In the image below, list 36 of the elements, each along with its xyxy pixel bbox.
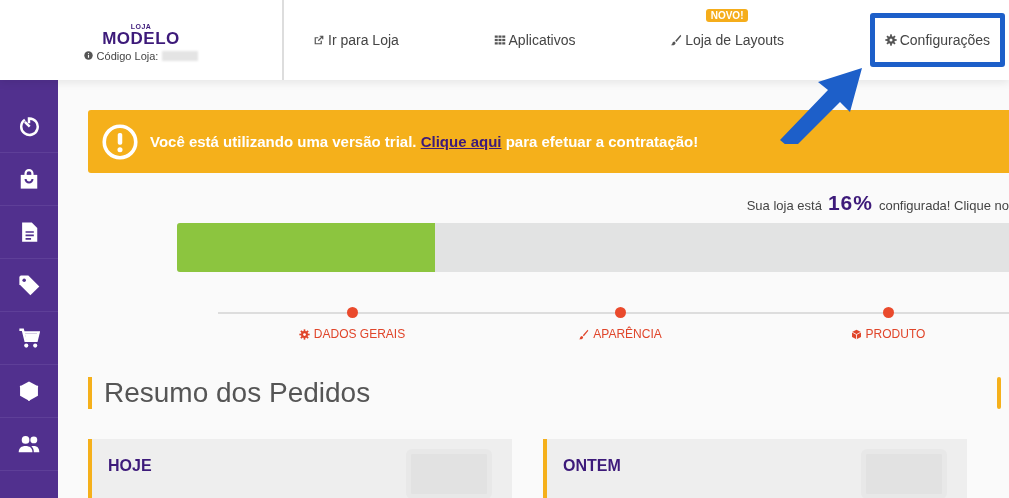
step-label[interactable]: APARÊNCIA [578,327,662,341]
cart-icon [18,327,40,349]
store-code-label: Código Loja: [96,49,159,62]
contract-link[interactable]: Clique aqui [420,133,502,150]
step-dot[interactable] [614,307,626,318]
progress-percent: 16% [827,191,873,215]
bag-icon [18,168,40,190]
step-label[interactable]: DADOS GERAIS [298,327,406,341]
new-badge: NOVO! [705,9,749,22]
step-dot[interactable] [346,307,358,318]
card-title: HOJE [108,457,152,476]
grid-icon [493,34,506,46]
people-icon [18,433,40,455]
card-title: ONTEM [563,457,621,476]
brush-icon [578,328,590,340]
nav-link[interactable]: Aplicativos [484,15,585,65]
exclamation-icon [102,123,138,160]
nav-link[interactable]: Configurações [869,13,1005,67]
info-icon [83,51,93,60]
brush-icon [670,34,683,46]
alert-message: Você está utilizando uma versão trial. Clique aqui para efetuar a contratação! [150,133,699,150]
tag-icon [18,274,40,296]
gear-icon [884,34,897,46]
progress-suffix: configurada! Clique no [878,198,1009,213]
box-icon [850,328,862,340]
progress-prefix: Sua loja está [746,198,822,213]
gear-icon [298,328,310,340]
step-dot[interactable] [882,307,894,318]
step-label[interactable]: PRODUTO [850,327,926,341]
section-title: Resumo dos Pedidos [88,377,371,409]
external-icon [313,34,325,46]
box-icon [18,380,40,402]
section-marker [997,377,1001,409]
redacted-value [162,50,199,61]
timer-icon [18,115,40,137]
nav-link[interactable]: Ir para Loja [304,15,408,65]
